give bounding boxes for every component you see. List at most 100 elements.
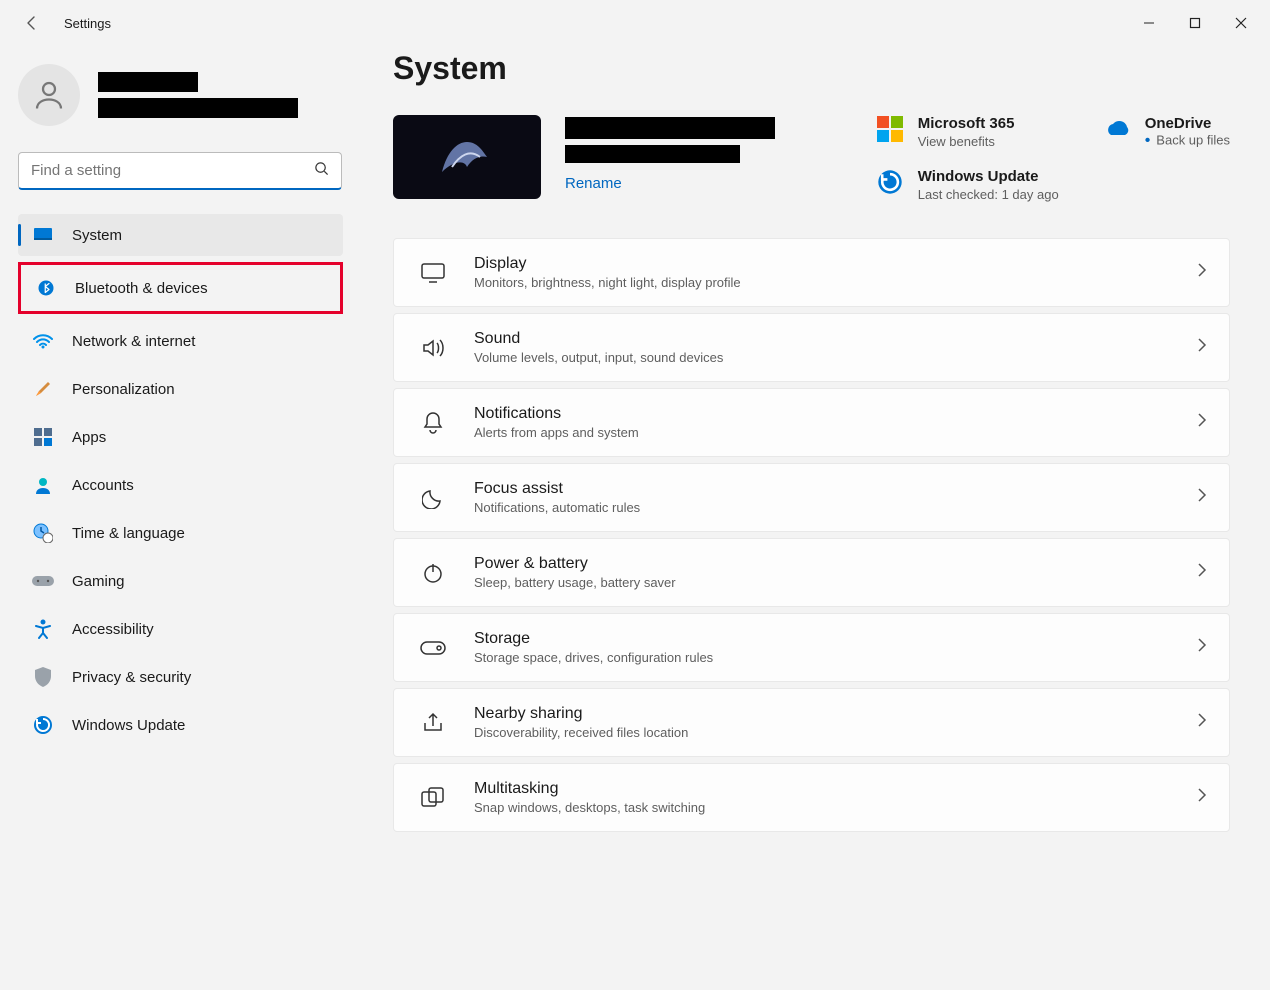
multitask-icon [416,787,450,809]
card-power-battery[interactable]: Power & batterySleep, battery usage, bat… [393,538,1230,607]
sidebar-item-privacy-security[interactable]: Privacy & security [18,656,343,698]
card-subtitle: Discoverability, received files location [474,725,688,740]
card-notifications[interactable]: Notifications Alerts from apps and system [393,388,1230,457]
rename-link[interactable]: Rename [565,175,775,192]
tile-subtitle: View benefits [918,134,1015,149]
onedrive-icon [1103,115,1131,143]
card-focus-assist[interactable]: Focus assistNotifications, automatic rul… [393,463,1230,532]
sidebar-item-label: Accessibility [72,621,154,638]
card-title: Notifications [474,405,639,423]
card-multitasking[interactable]: MultitaskingSnap windows, desktops, task… [393,763,1230,832]
search-input[interactable] [18,152,342,190]
profile-name-redacted [98,72,198,92]
share-icon [416,712,450,734]
device-wallpaper-thumb[interactable] [393,115,541,199]
sidebar-item-network-internet[interactable]: Network & internet [18,320,343,362]
microsoft-logo-icon [876,115,904,143]
sidebar-item-label: Accounts [72,477,134,494]
sidebar-item-label: Gaming [72,573,125,590]
sidebar-item-gaming[interactable]: Gaming [18,560,343,602]
tile-subtitle: Back up files [1145,132,1230,150]
titlebar: Settings [0,0,1270,46]
bell-icon [416,411,450,435]
wifi-icon [32,330,54,352]
card-title: Display [474,255,741,273]
window-title: Settings [64,16,111,31]
tile-title: OneDrive [1145,115,1230,132]
card-subtitle: Alerts from apps and system [474,425,639,440]
card-subtitle: Snap windows, desktops, task switching [474,800,705,815]
sidebar-item-label: Bluetooth & devices [75,280,208,297]
card-title: Storage [474,630,713,648]
profile-block[interactable] [18,60,343,144]
search-icon [314,161,329,181]
chevron-right-icon [1197,787,1207,808]
brush-icon [32,378,54,400]
chevron-right-icon [1197,487,1207,508]
shield-icon [32,666,54,688]
card-subtitle: Monitors, brightness, night light, displ… [474,275,741,290]
display-icon [416,263,450,283]
device-name-redacted [565,117,775,139]
card-title: Sound [474,330,723,348]
card-sound[interactable]: Sound Volume levels, output, input, sound… [393,313,1230,382]
card-subtitle: Volume levels, output, input, sound devi… [474,350,723,365]
card-storage[interactable]: Storage Storage space, drives, configurat… [393,613,1230,682]
tile-windows-update[interactable]: Windows Update Last checked: 1 day ago [876,168,1059,202]
minimize-button[interactable] [1126,7,1172,39]
back-button[interactable] [18,9,46,37]
sidebar-item-label: Apps [72,429,106,446]
tile-microsoft-365[interactable]: Microsoft 365 View benefits [876,115,1059,150]
card-subtitle: Storage space, drives, configuration rul… [474,650,713,665]
maximize-button[interactable] [1172,7,1218,39]
accessibility-icon [32,618,54,640]
sidebar-item-label: Personalization [72,381,175,398]
sidebar-item-label: Network & internet [72,333,195,350]
main-content: System Rename Microsoft 365 View benefit… [355,46,1270,990]
storage-icon [416,641,450,655]
sidebar-item-bluetooth-devices[interactable]: Bluetooth & devices [18,262,343,314]
device-model-redacted [565,145,740,163]
chevron-right-icon [1197,712,1207,733]
power-icon [416,562,450,584]
sidebar-item-personalization[interactable]: Personalization [18,368,343,410]
system-icon [32,224,54,246]
settings-cards: Display Monitors, brightness, night light… [393,238,1230,832]
card-display[interactable]: Display Monitors, brightness, night light… [393,238,1230,307]
chevron-right-icon [1197,262,1207,283]
bluetooth-icon [35,277,57,299]
tile-title: Windows Update [918,168,1059,185]
sidebar-item-time-language[interactable]: Time & language [18,512,343,554]
close-button[interactable] [1218,7,1264,39]
chevron-right-icon [1197,412,1207,433]
avatar [18,64,80,126]
card-title: Nearby sharing [474,705,688,723]
sidebar-item-label: System [72,227,122,244]
moon-icon [416,487,450,509]
update-icon [32,714,54,736]
chevron-right-icon [1197,637,1207,658]
profile-email-redacted [98,98,298,118]
sound-icon [416,337,450,359]
tile-subtitle: Last checked: 1 day ago [918,187,1059,202]
tile-onedrive[interactable]: OneDrive Back up files [1103,115,1230,150]
card-nearby-sharing[interactable]: Nearby sharing Discoverability, received … [393,688,1230,757]
chevron-right-icon [1197,337,1207,358]
chevron-right-icon [1197,562,1207,583]
page-title: System [393,50,1230,87]
sidebar-item-label: Time & language [72,525,185,542]
sidebar-item-windows-update[interactable]: Windows Update [18,704,343,746]
sidebar-item-label: Privacy & security [72,669,191,686]
sidebar: System Bluetooth & devices Network & int… [0,46,355,990]
apps-icon [32,426,54,448]
sidebar-item-apps[interactable]: Apps [18,416,343,458]
card-subtitle: Sleep, battery usage, battery saver [474,575,676,590]
clock-globe-icon [32,522,54,544]
sidebar-item-accessibility[interactable]: Accessibility [18,608,343,650]
tile-title: Microsoft 365 [918,115,1015,132]
gamepad-icon [32,570,54,592]
sidebar-item-system[interactable]: System [18,214,343,256]
update-icon [876,168,904,196]
card-title: Focus assist [474,480,640,498]
sidebar-item-accounts[interactable]: Accounts [18,464,343,506]
